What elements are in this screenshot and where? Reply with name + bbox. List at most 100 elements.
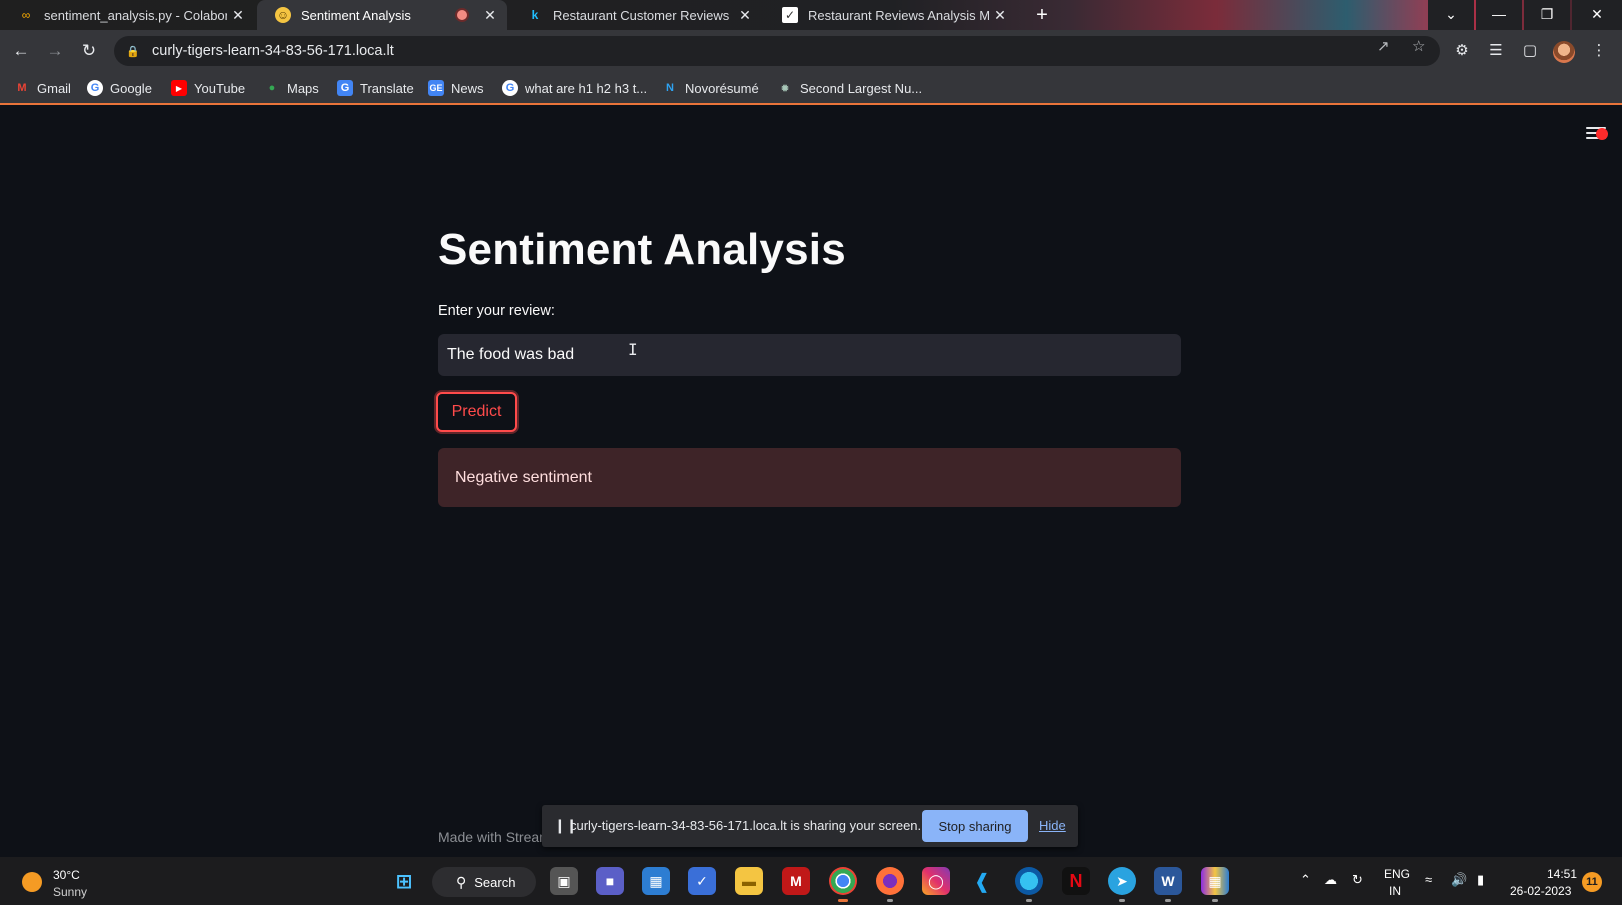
review-input[interactable] [438,334,1181,376]
chat-icon[interactable]: ■ [596,867,624,895]
whiteboard-icon[interactable]: ✓ [688,867,716,895]
telegram-icon[interactable]: ➤ [1108,867,1136,902]
review-input-label: Enter your review: [438,303,555,319]
profile-avatar[interactable] [1553,41,1575,63]
tab-title: Restaurant Reviews Analysis Mod [808,7,989,23]
side-panel-icon[interactable]: ▢ [1517,38,1543,64]
share-icon[interactable]: ↗ [1377,37,1390,55]
windows-start-icon[interactable]: ⊞ [390,867,418,895]
youtube-icon: ▶ [171,80,187,96]
google-icon: G [87,80,103,96]
bookmark-maps[interactable]: ● Maps [264,79,319,97]
tab-title: Sentiment Analysis [301,7,411,23]
onedrive-icon[interactable]: ☁ [1324,872,1337,888]
store-icon[interactable]: ▦ [642,867,670,895]
close-icon[interactable]: ✕ [479,7,501,24]
window-close-icon[interactable]: ✕ [1572,0,1622,30]
tab-sentiment-analysis[interactable]: ☺ Sentiment Analysis ✕ [257,0,507,30]
footer-made-with[interactable]: Made with Stream [438,829,551,845]
bookmark-translate[interactable]: G Translate [337,79,414,97]
bookmark-h1-h2[interactable]: G what are h1 h2 h3 t... [502,79,647,97]
mcafee-icon[interactable]: M [782,867,810,895]
task-view-icon[interactable]: ▣ [550,867,578,895]
bookmark-star-icon[interactable]: ☆ [1412,37,1425,55]
tray-overflow-chevron-icon[interactable]: ⌃ [1300,872,1311,888]
novoresume-icon: N [666,82,674,94]
bookmark-second-largest[interactable]: ✹ Second Largest Nu... [777,79,922,97]
bookmark-label: what are h1 h2 h3 t... [525,80,648,96]
minimize-icon[interactable]: — [1476,0,1522,30]
lock-icon: 🔒 [126,45,140,58]
winrar-icon[interactable]: ▦ [1201,867,1229,902]
notification-dot [1596,128,1608,140]
word-icon[interactable]: W [1154,867,1182,902]
firefox-icon[interactable] [876,867,904,902]
maps-pin-icon: ● [268,82,276,94]
share-message: curly-tigers-learn-34-83-56-171.loca.lt … [570,818,922,833]
tab-title: sentiment_analysis.py - Colabora [44,7,227,23]
news-icon: GE [428,80,444,96]
weather-temperature: 30°C [53,868,80,882]
openai-icon: ✹ [780,82,790,95]
bookmark-label: Gmail [37,80,71,96]
close-icon[interactable]: ✕ [734,7,756,24]
browser-menu-icon[interactable]: ⋮ [1586,38,1612,64]
tab-analysis-model[interactable]: ✓ Restaurant Reviews Analysis Mod ✕ [764,0,1017,30]
text-cursor-icon: I [628,340,638,359]
edge-icon[interactable] [1015,867,1043,902]
bookmark-google[interactable]: G Google [87,79,152,97]
sync-icon[interactable]: ↻ [1352,872,1363,888]
gmail-icon: M [17,82,27,94]
result-alert: Negative sentiment [438,448,1181,507]
battery-icon[interactable]: ▮ [1477,872,1484,888]
notification-count-badge[interactable]: 11 [1582,872,1602,892]
close-icon[interactable]: ✕ [227,7,249,24]
vscode-icon[interactable]: ❰ [968,867,996,895]
taskbar-search-label: Search [474,874,516,890]
instagram-icon[interactable]: ◯ [922,867,950,895]
bookmark-novoresume[interactable]: N Novorésumé [662,79,759,97]
netflix-icon[interactable]: N [1062,867,1090,895]
bookmark-youtube[interactable]: ▶ YouTube [171,79,245,97]
recording-icon [455,8,469,22]
address-bar[interactable]: 🔒 curly-tigers-learn-34-83-56-171.loca.l… [114,36,1440,66]
new-tab-button[interactable]: + [1030,3,1054,27]
close-icon[interactable]: ✕ [989,7,1011,24]
file-explorer-icon[interactable]: ▬ [735,867,763,895]
back-arrow-icon[interactable]: ← [8,38,34,64]
bookmark-news[interactable]: GE News [428,79,484,97]
forward-arrow-icon[interactable]: → [42,38,68,64]
tab-colab[interactable]: ∞ sentiment_analysis.py - Colabora ✕ [0,0,255,30]
colab-icon: ∞ [21,8,31,22]
bookmark-label: Second Largest Nu... [800,80,923,96]
reload-icon[interactable]: ↻ [76,38,102,64]
windows-taskbar: 30°C Sunny ⊞ ⚲ Search ▣ ■ ▦ ✓ ▬ M ◯ ❰ N … [0,857,1622,905]
restore-icon[interactable]: ❐ [1524,0,1570,30]
search-icon: ⚲ [456,873,467,890]
smiley-icon: ☺ [275,7,291,23]
tab-search-icon[interactable]: ⌄ [1428,0,1474,30]
extensions-icon[interactable]: ⚙ [1449,38,1475,64]
tab-kaggle[interactable]: k Restaurant Customer Reviews | K ✕ [509,0,762,30]
clock-time[interactable]: 14:51 [1517,867,1577,881]
hide-link[interactable]: Hide [1039,818,1066,833]
media-control-icon[interactable]: ☰ [1483,38,1509,64]
address-url: curly-tigers-learn-34-83-56-171.loca.lt [152,43,394,59]
bookmark-label: YouTube [194,80,246,96]
google-icon: G [502,80,518,96]
screen-share-bar: ❙❙ curly-tigers-learn-34-83-56-171.loca.… [542,805,1078,847]
bookmark-label: Maps [287,80,319,96]
bookmark-label: News [451,80,484,96]
input-region[interactable]: IN [1389,884,1401,898]
page-title: Sentiment Analysis [438,225,846,274]
chrome-icon[interactable] [829,867,857,902]
clock-date[interactable]: 26-02-2023 [1510,884,1571,898]
taskbar-search[interactable]: ⚲ Search [432,867,536,897]
sun-icon[interactable] [22,872,42,892]
bookmark-gmail[interactable]: M Gmail [14,79,71,97]
volume-icon[interactable]: 🔊 [1451,872,1467,888]
stop-sharing-button[interactable]: Stop sharing [922,810,1028,842]
input-language[interactable]: ENG [1384,867,1410,881]
wifi-icon[interactable]: ≈ [1425,872,1432,887]
predict-button[interactable]: Predict [436,392,517,432]
